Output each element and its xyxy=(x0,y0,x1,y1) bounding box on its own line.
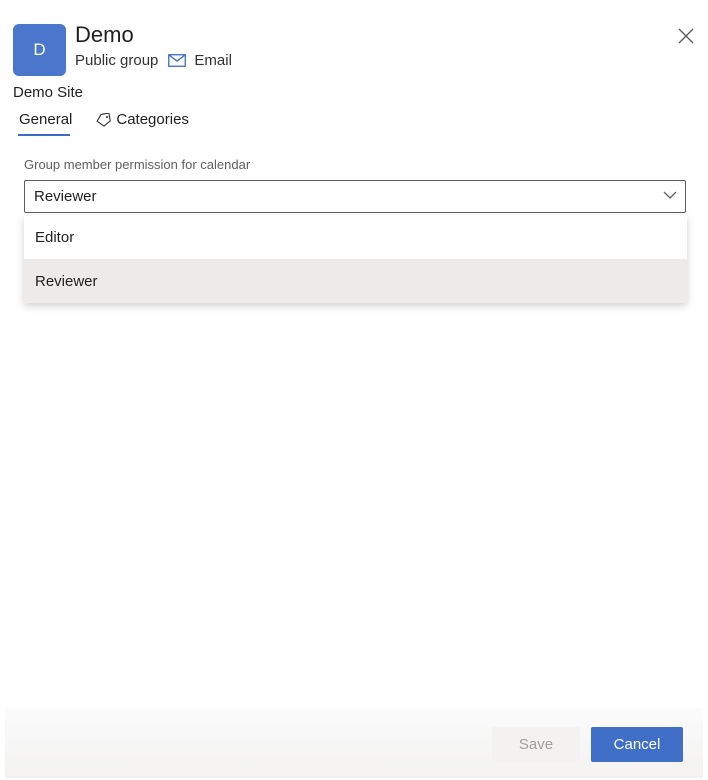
avatar-initial: D xyxy=(33,40,46,59)
save-button[interactable]: Save xyxy=(492,727,580,762)
group-subtitle: Public group Email xyxy=(75,52,232,69)
option-reviewer[interactable]: Reviewer xyxy=(24,259,687,303)
tab-categories-label: Categories xyxy=(116,111,189,128)
close-icon xyxy=(678,28,694,44)
option-editor[interactable]: Editor xyxy=(24,215,687,259)
permission-dropdown: Editor Reviewer xyxy=(24,215,687,303)
group-name: Demo xyxy=(75,22,134,47)
permission-select[interactable]: Reviewer xyxy=(24,180,686,213)
group-privacy: Public group xyxy=(75,52,159,69)
tab-general[interactable]: General xyxy=(18,111,73,136)
close-button[interactable] xyxy=(676,26,696,46)
tab-bar: General Categories xyxy=(18,111,212,136)
tag-icon xyxy=(96,112,112,127)
chevron-down-icon xyxy=(663,191,677,199)
tab-general-label: General xyxy=(19,111,73,128)
email-link[interactable]: Email xyxy=(168,52,232,69)
permission-selected-value: Reviewer xyxy=(34,188,97,205)
email-label: Email xyxy=(194,52,232,69)
cancel-button[interactable]: Cancel xyxy=(591,727,683,762)
group-avatar: D xyxy=(13,24,66,76)
tab-categories[interactable]: Categories xyxy=(95,111,190,134)
permission-label: Group member permission for calendar xyxy=(24,157,251,172)
mail-icon xyxy=(168,54,187,67)
site-link[interactable]: Demo Site xyxy=(13,84,83,101)
